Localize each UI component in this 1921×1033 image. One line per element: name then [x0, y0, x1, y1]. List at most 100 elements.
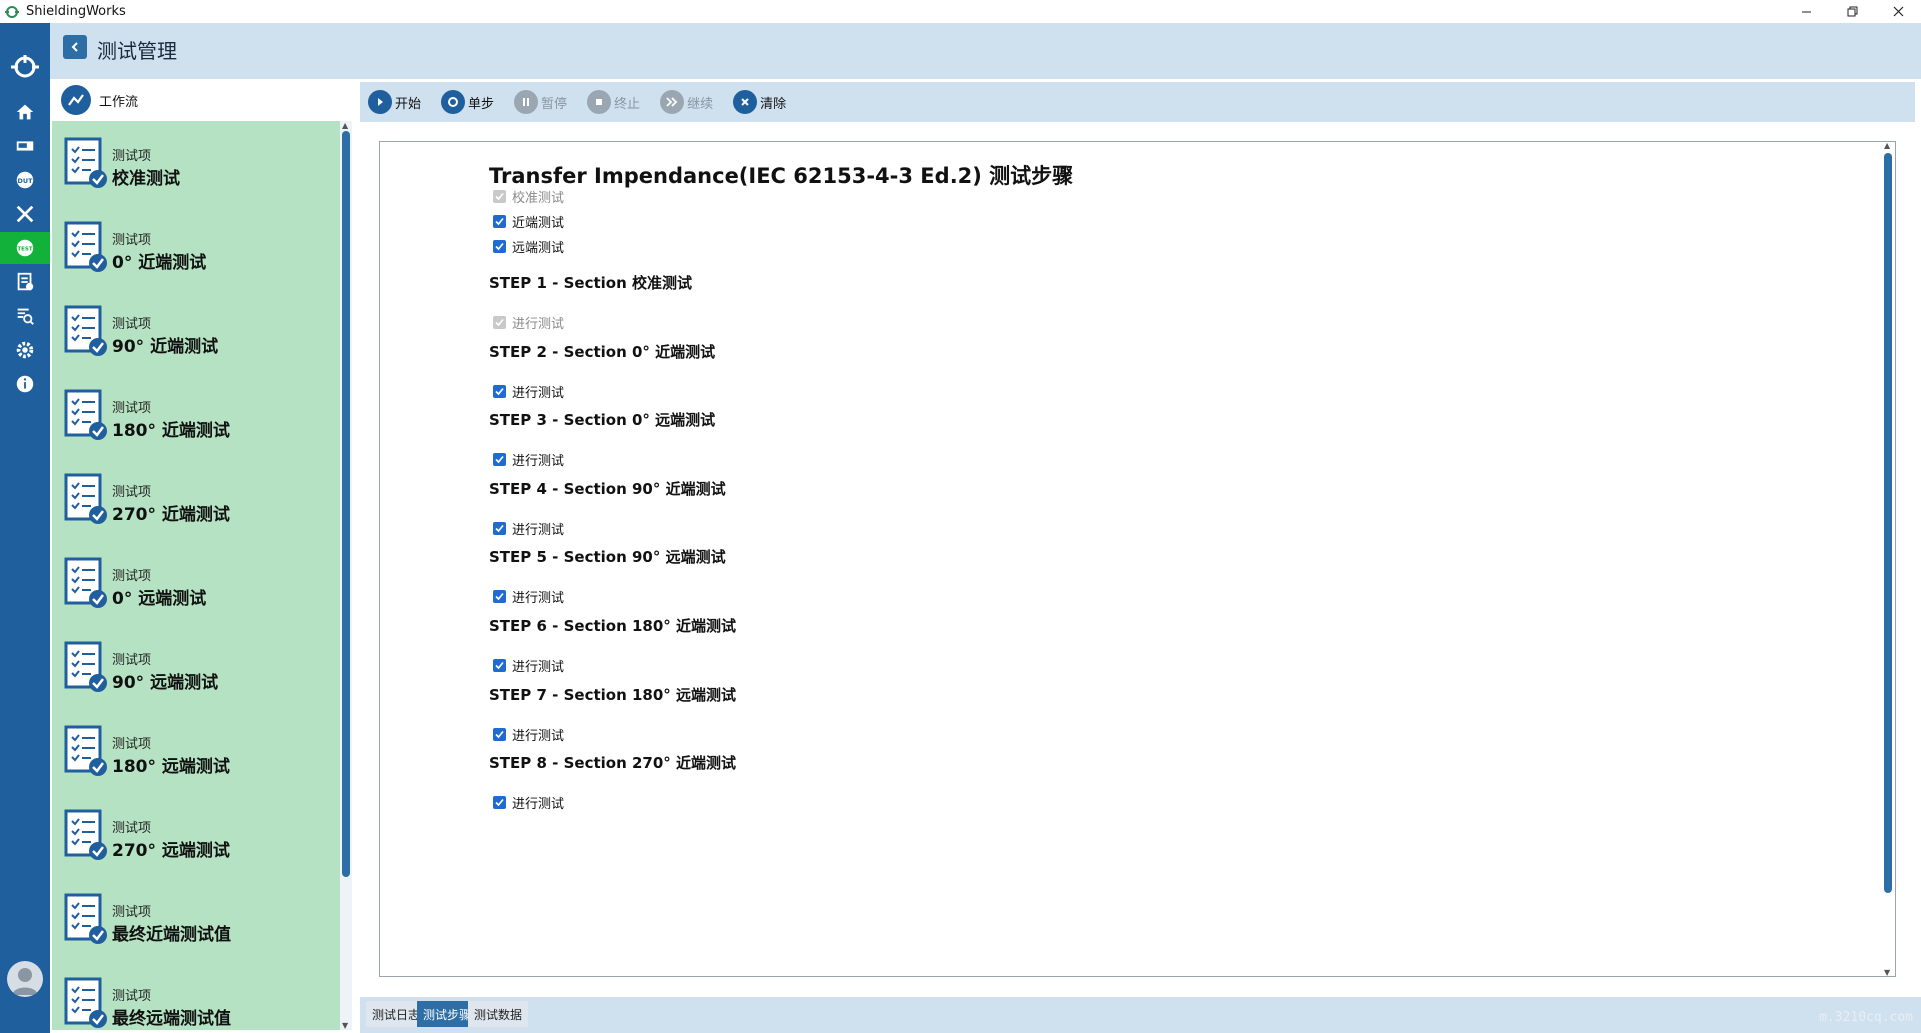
steps-scrollbar[interactable]: ▲ ▼ — [1882, 141, 1894, 977]
step-icon — [441, 90, 466, 114]
scroll-down-icon[interactable]: ▼ — [342, 1021, 348, 1030]
checkbox-label: 进行测试 — [512, 385, 565, 401]
checklist-icon — [64, 389, 108, 443]
workflow-item-type: 测试项 — [112, 149, 152, 164]
workflow-item-name: 270° 近端测试 — [112, 505, 230, 525]
run-step-checkbox: 进行测试 — [493, 313, 564, 332]
checkbox-label: 进行测试 — [512, 522, 565, 538]
user-icon — [12, 968, 38, 995]
nav-settings[interactable] — [0, 334, 50, 366]
minimize-button[interactable] — [1783, 0, 1829, 23]
report-icon — [17, 272, 34, 291]
nav-instrument[interactable] — [0, 130, 50, 162]
checkbox[interactable] — [493, 659, 506, 672]
nav-rail: DUT TEST — [0, 23, 50, 1033]
checkbox[interactable] — [493, 215, 506, 228]
workflow-item[interactable]: 测试项 270° 近端测试 — [52, 457, 342, 541]
brand-logo-icon — [11, 55, 39, 78]
checklist-icon — [64, 305, 108, 359]
chevron-left-icon — [71, 42, 78, 52]
app-logo-icon — [5, 5, 19, 18]
workflow-item[interactable]: 测试项 0° 近端测试 — [52, 205, 342, 289]
workflow-item-name: 90° 近端测试 — [112, 337, 219, 357]
step-button[interactable]: 单步 — [441, 90, 494, 114]
checkbox[interactable] — [493, 521, 506, 535]
checkbox-label: 校准测试 — [512, 191, 565, 206]
nav-tools[interactable] — [0, 198, 50, 230]
test-scope-checkbox: 校准测试 — [493, 187, 564, 206]
workflow-item[interactable]: 测试项最终远端测试值 — [52, 961, 342, 1030]
steps-scroll-thumb[interactable] — [1884, 153, 1892, 893]
workflow-label: 工作流 — [99, 94, 139, 110]
workflow-item-type: 测试项 — [112, 989, 152, 1004]
run-step-checkbox[interactable]: 进行测试 — [493, 450, 564, 469]
workflow-item[interactable]: 测试项 0° 远端测试 — [52, 541, 342, 625]
nav-info[interactable] — [0, 368, 50, 400]
checkbox[interactable] — [493, 453, 506, 467]
run-step-checkbox[interactable]: 进行测试 — [493, 793, 564, 812]
checklist-icon — [64, 221, 108, 275]
checkbox — [493, 190, 506, 203]
checkbox[interactable] — [493, 796, 506, 810]
nav-home[interactable] — [0, 96, 50, 128]
workflow-item-name: 0° 远端测试 — [112, 589, 207, 609]
clear-icon — [733, 90, 758, 114]
workflow-item-name: 180° 近端测试 — [112, 421, 230, 441]
checkbox-label: 进行测试 — [512, 317, 565, 332]
checkbox-label: 进行测试 — [512, 591, 565, 607]
workflow-scrollbar[interactable]: ▲ ▼ — [340, 121, 352, 1030]
user-avatar[interactable] — [7, 961, 43, 997]
workflow-item[interactable]: 测试项 270° 远端测试 — [52, 793, 342, 877]
workflow-item[interactable]: 测试项 90° 近端测试 — [52, 289, 342, 373]
clear-button[interactable]: 清除 — [733, 90, 786, 114]
nav-dut[interactable]: DUT — [0, 164, 50, 196]
settings-icon — [16, 341, 34, 359]
workflow-item-type: 测试项 — [112, 569, 152, 584]
run-step-checkbox[interactable]: 进行测试 — [493, 587, 564, 606]
run-step-checkbox[interactable]: 进行测试 — [493, 519, 564, 538]
checkbox[interactable] — [493, 590, 506, 604]
scroll-down-icon[interactable]: ▼ — [1884, 968, 1890, 977]
checkbox[interactable] — [493, 240, 506, 253]
close-button[interactable] — [1875, 0, 1921, 23]
workflow-item[interactable]: 测试项 180° 远端测试 — [52, 709, 342, 793]
pause-button[interactable]: 暂停 — [514, 90, 567, 114]
scroll-up-icon[interactable]: ▲ — [342, 121, 348, 130]
checkbox[interactable] — [493, 727, 506, 741]
resume-button[interactable]: 继续 — [660, 90, 713, 114]
restore-button[interactable] — [1829, 0, 1875, 23]
checkbox[interactable] — [493, 384, 506, 398]
nav-query[interactable] — [0, 300, 50, 332]
workflow-item-name: 最终近端测试值 — [112, 925, 231, 945]
checkbox-label: 远端测试 — [512, 241, 565, 256]
nav-report[interactable] — [0, 266, 50, 298]
workflow-item-name: 270° 远端测试 — [112, 841, 230, 861]
start-button[interactable]: 开始 — [368, 90, 421, 114]
tab-2[interactable]: 测试数据 — [468, 1001, 529, 1027]
scroll-up-icon[interactable]: ▲ — [1884, 141, 1890, 150]
run-step-checkbox[interactable]: 进行测试 — [493, 656, 564, 675]
checkbox-label: 进行测试 — [512, 454, 565, 470]
workflow-item-type: 测试项 — [112, 485, 152, 500]
workflow-item[interactable]: 测试项 90° 远端测试 — [52, 625, 342, 709]
test-scope-checkbox[interactable]: 近端测试 — [493, 212, 564, 231]
checklist-icon — [64, 809, 108, 863]
back-button[interactable] — [63, 35, 87, 59]
workflow-item-name: 0° 近端测试 — [112, 253, 207, 273]
workflow-item[interactable]: 测试项 180° 近端测试 — [52, 373, 342, 457]
workflow-item-name: 最终远端测试值 — [112, 1009, 231, 1029]
dut-icon: DUT — [16, 171, 34, 189]
checkbox-label: 近端测试 — [512, 216, 565, 231]
workflow-item[interactable]: 测试项 校准测试 — [52, 121, 342, 205]
test-scope-checkbox[interactable]: 远端测试 — [493, 237, 564, 256]
run-step-checkbox[interactable]: 进行测试 — [493, 725, 564, 744]
stop-button[interactable]: 终止 — [587, 90, 640, 114]
search-doc-icon — [17, 308, 34, 325]
nav-test[interactable]: TEST — [0, 232, 50, 264]
run-step-checkbox[interactable]: 进行测试 — [493, 382, 564, 401]
workflow-item-name: 校准测试 — [112, 169, 180, 189]
workflow-item[interactable]: 测试项 最终近端测试值 — [52, 877, 342, 961]
workflow-scroll-thumb[interactable] — [342, 131, 350, 877]
checklist-icon — [64, 977, 108, 1030]
restore-icon — [1847, 6, 1857, 17]
